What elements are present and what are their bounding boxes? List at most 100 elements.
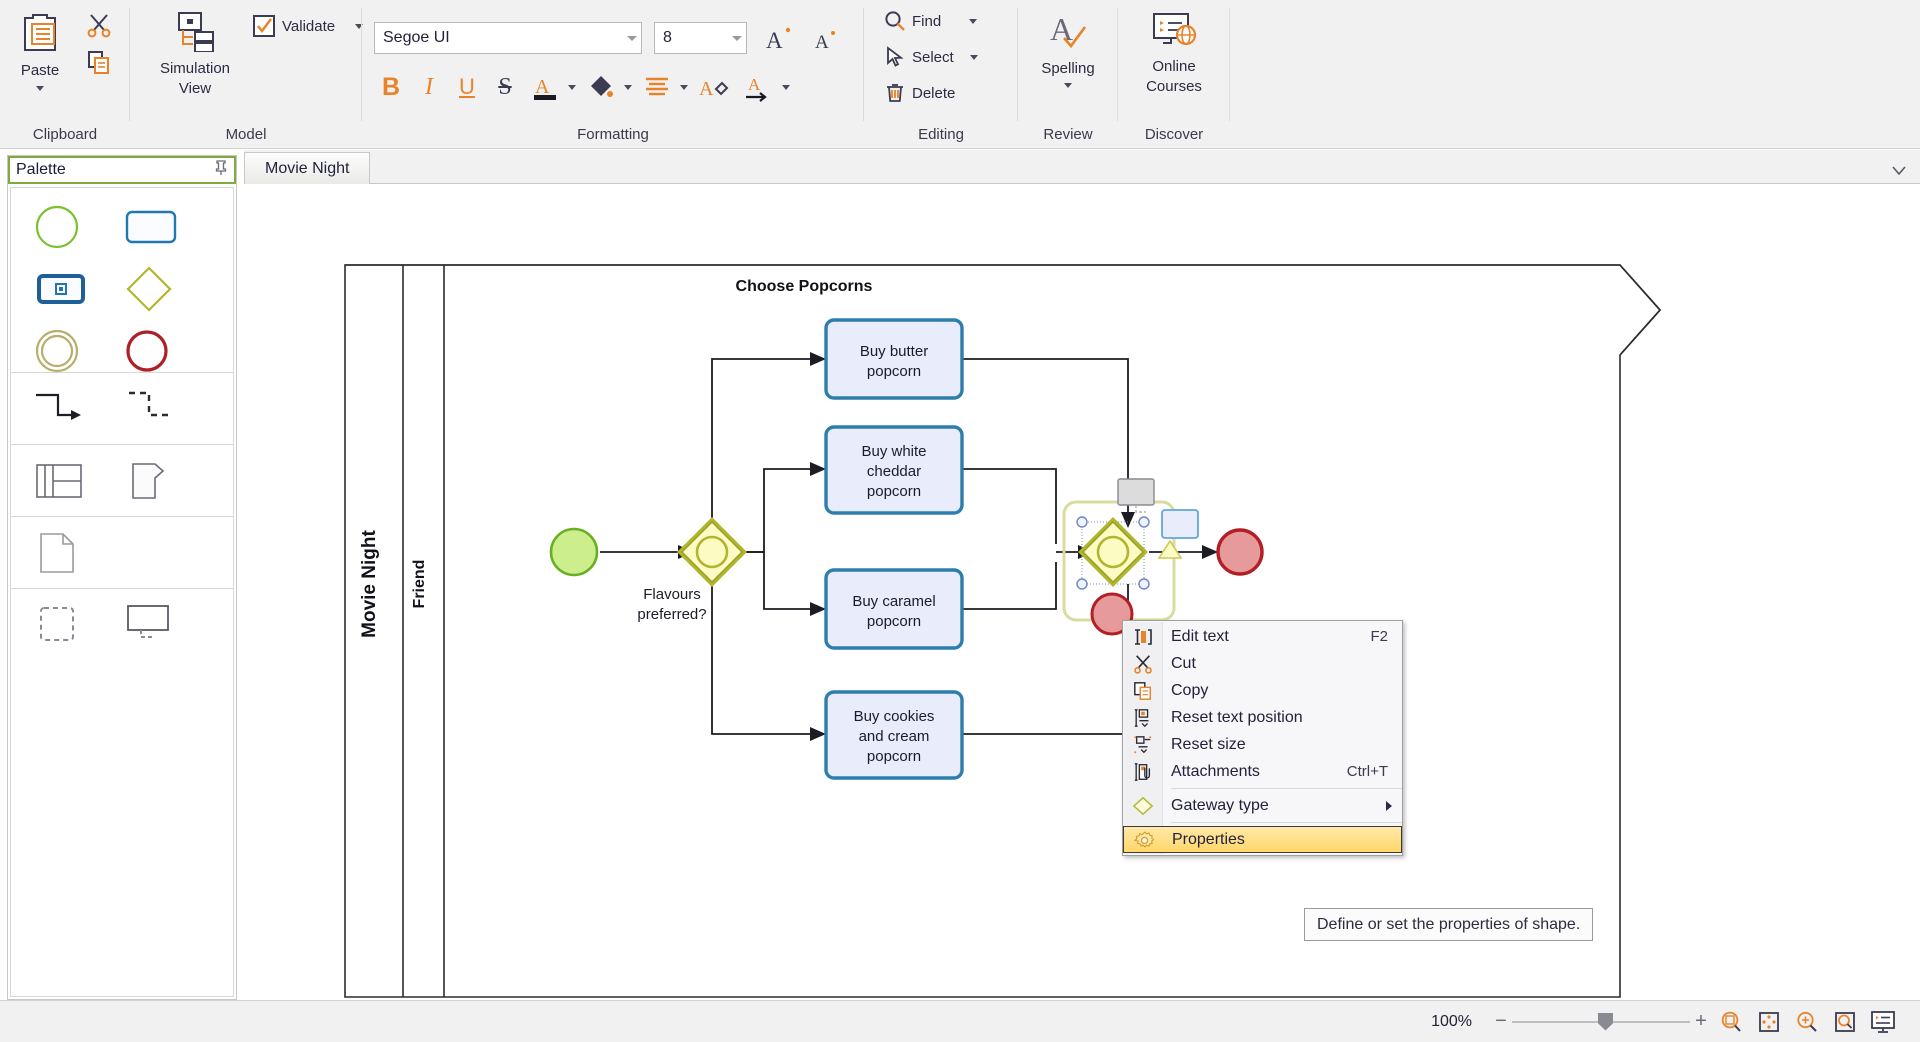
task-buy-white-cheddar[interactable]: Buy white cheddar popcorn [824, 425, 964, 515]
menu-item-label: Reset text position [1171, 708, 1303, 726]
ribbon-group-label-discover: Discover [1144, 126, 1204, 143]
palette-section-events-activities [11, 188, 233, 373]
presentation-mode-button[interactable] [1864, 1007, 1902, 1037]
dashed-elbow-arrow-icon [129, 391, 169, 416]
copy-icon [1131, 680, 1155, 701]
zoom-slider-thumb[interactable] [1598, 1012, 1613, 1031]
font-size-combo[interactable]: 8 [654, 22, 747, 54]
end-event[interactable] [1216, 528, 1264, 576]
start-event[interactable] [549, 527, 599, 577]
text-direction-icon: A [746, 75, 767, 102]
palette-item-intermediate-event[interactable] [33, 320, 123, 382]
align-button[interactable] [640, 70, 674, 104]
palette-item-end-event[interactable] [123, 320, 213, 382]
strikethrough-button[interactable]: S [488, 70, 522, 104]
dashed-square-icon [40, 607, 74, 641]
format-painter-button[interactable]: A [696, 70, 732, 104]
copy-button[interactable] [82, 45, 116, 79]
gateway-flavours-label-line1: Flavours [643, 586, 701, 603]
zoom-to-fit-button[interactable] [1826, 1007, 1864, 1037]
cut-button[interactable] [82, 8, 116, 42]
find-button[interactable]: Find [880, 8, 981, 34]
palette-item-message-flow[interactable] [123, 383, 213, 435]
select-button[interactable]: Select [880, 44, 982, 70]
ribbon-group-label-clipboard: Clipboard [32, 126, 98, 143]
text-direction-dropdown-caret[interactable] [782, 85, 790, 90]
page-corner-icon [40, 532, 74, 573]
menu-item-gateway-type[interactable]: Gateway type [1123, 792, 1402, 819]
simulation-view-button[interactable]: Simulation View [152, 6, 238, 104]
menu-item-reset-text-position[interactable]: Reset text position [1123, 704, 1402, 731]
fit-page-button[interactable] [1750, 1007, 1788, 1037]
svg-text:popcorn: popcorn [867, 613, 921, 630]
fill-color-dropdown-caret[interactable] [624, 85, 632, 90]
zoom-in-button[interactable]: + [1690, 1010, 1712, 1033]
palette-item-group[interactable] [33, 599, 123, 651]
format-painter-icon: A [699, 78, 729, 100]
palette-section-connectors [11, 373, 233, 445]
red-circle-icon [126, 330, 168, 372]
zoom-out-button[interactable]: − [1490, 1010, 1512, 1033]
pin-icon[interactable] [214, 159, 228, 181]
menu-item-cut[interactable]: Cut [1123, 650, 1402, 677]
diagram-canvas[interactable]: Movie Night Friend Choose Popcorns Flavo… [244, 184, 1920, 1000]
font-color-button[interactable]: A [528, 70, 562, 104]
task-buy-caramel[interactable]: Buy caramel popcorn [824, 568, 964, 650]
diamond-icon [1131, 795, 1155, 816]
delete-button[interactable]: Delete [880, 80, 959, 106]
tooltip-text: Define or set the properties of shape. [1317, 915, 1581, 933]
palette-item-task[interactable] [123, 196, 213, 258]
menu-item-edit-text[interactable]: Edit text F2 [1123, 623, 1402, 650]
fill-color-button[interactable] [584, 70, 618, 104]
menu-item-reset-size[interactable]: Reset size [1123, 731, 1402, 758]
paste-button[interactable]: Paste [8, 6, 72, 104]
underline-button[interactable]: U [450, 70, 484, 104]
svg-text:popcorn: popcorn [867, 363, 921, 380]
menu-item-shortcut: Ctrl+T [1346, 763, 1388, 780]
green-circle-icon [35, 205, 79, 249]
task-buy-cookies-cream[interactable]: Buy cookies and cream popcorn [824, 690, 964, 780]
zoom-to-selection-button[interactable] [1712, 1007, 1750, 1037]
validate-button[interactable]: Validate [248, 12, 367, 40]
palette-item-document[interactable] [33, 527, 123, 579]
palette-item-data-object[interactable] [123, 455, 213, 507]
palette-item-pool[interactable] [33, 455, 123, 507]
palette-item-subprocess[interactable] [33, 258, 123, 320]
bold-button[interactable]: B [374, 70, 408, 104]
task-buy-butter[interactable]: Buy butter popcorn [824, 318, 964, 400]
font-family-combo[interactable]: Segoe UI [374, 22, 642, 54]
zoom-in-button-2[interactable] [1788, 1007, 1826, 1037]
menu-item-properties[interactable]: Properties [1123, 826, 1402, 853]
chevron-down-icon[interactable] [732, 35, 742, 41]
palette-item-start-event[interactable] [33, 196, 123, 258]
palette-item-gateway[interactable] [123, 258, 213, 320]
align-dropdown-caret[interactable] [680, 85, 688, 90]
ribbon-group-discover: Online Courses Discover [1118, 0, 1230, 149]
chevron-down-icon[interactable] [1892, 162, 1906, 180]
spelling-dropdown-caret[interactable] [1064, 83, 1072, 88]
gear-icon [1132, 830, 1156, 851]
chevron-down-icon[interactable] [627, 35, 637, 41]
svg-text:A: A [766, 28, 783, 52]
menu-item-copy[interactable]: Copy [1123, 677, 1402, 704]
palette-item-sequence-flow[interactable] [33, 383, 123, 435]
find-dropdown-caret[interactable] [969, 18, 978, 24]
grow-font-button[interactable]: A [760, 22, 796, 54]
palette-item-text-annotation[interactable] [123, 599, 213, 651]
shrink-font-button[interactable]: A [806, 22, 842, 54]
italic-button[interactable]: I [412, 70, 446, 104]
tab-movie-night[interactable]: Movie Night [244, 152, 371, 184]
select-dropdown-caret[interactable] [969, 54, 978, 60]
context-menu[interactable]: Edit text F2 Cut Copy Reset text positio… [1122, 620, 1403, 856]
text-direction-button[interactable]: A [740, 70, 774, 104]
paste-dropdown-caret[interactable] [36, 86, 44, 91]
font-color-dropdown-caret[interactable] [568, 85, 576, 90]
menu-item-attachments[interactable]: Attachments Ctrl+T [1123, 758, 1402, 785]
grow-font-icon: A [766, 27, 791, 52]
spelling-button[interactable]: A Spelling [1030, 8, 1106, 104]
copy-icon [88, 51, 109, 74]
quick-shape-task-blue[interactable] [1161, 509, 1199, 539]
scissors-icon [1131, 653, 1155, 674]
zoom-slider[interactable] [1512, 1012, 1690, 1031]
online-courses-button[interactable]: Online Courses [1124, 8, 1224, 104]
